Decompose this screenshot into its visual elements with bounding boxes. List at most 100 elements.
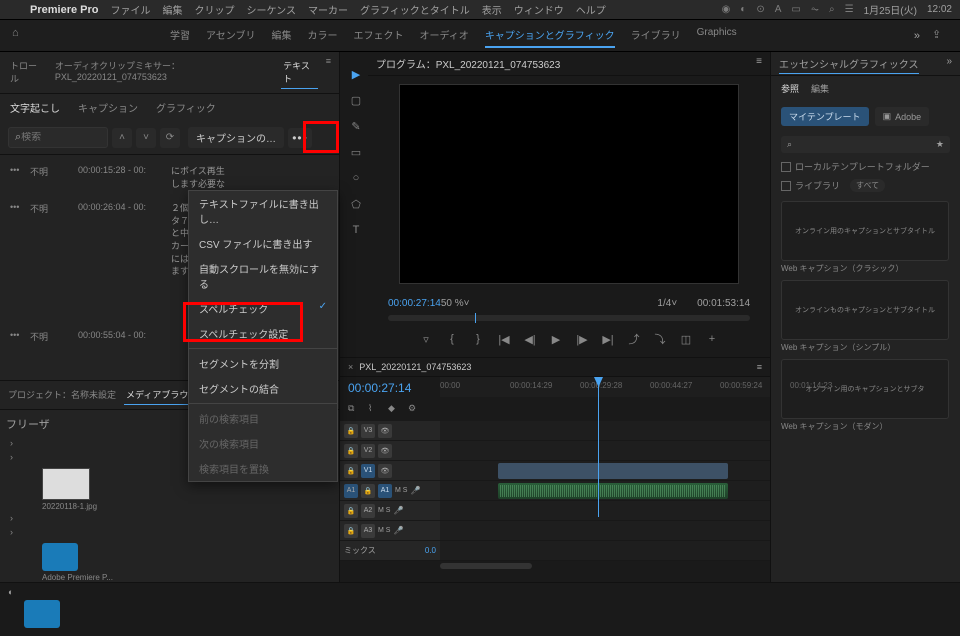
- bin-name[interactable]: フリーザ: [6, 416, 50, 432]
- ws-tab-effects[interactable]: エフェクト: [354, 23, 404, 48]
- search-icon[interactable]: ⌕: [829, 4, 835, 15]
- ws-tab-graphics2[interactable]: Graphics: [697, 23, 737, 48]
- track-target[interactable]: A1: [378, 484, 392, 498]
- battery-icon[interactable]: ▭: [791, 4, 800, 15]
- item-menu[interactable]: •••: [10, 165, 22, 190]
- settings-icon[interactable]: +: [704, 331, 720, 347]
- star-icon[interactable]: ★: [936, 139, 944, 150]
- track-target[interactable]: V1: [361, 464, 375, 478]
- subtab-caption[interactable]: キャプション: [78, 100, 138, 115]
- panel-menu-icon[interactable]: ≡: [756, 56, 762, 71]
- cm-spellcheck-settings[interactable]: スペルチェック設定: [189, 321, 337, 346]
- menu-clip[interactable]: クリップ: [194, 2, 234, 17]
- track-eye[interactable]: 👁: [378, 464, 392, 478]
- track-eye[interactable]: 👁: [378, 424, 392, 438]
- menu-window[interactable]: ウィンドウ: [514, 2, 564, 17]
- menu-edit[interactable]: 編集: [162, 2, 182, 17]
- panel-title[interactable]: エッセンシャルグラフィックス: [779, 60, 919, 74]
- home-icon[interactable]: ⌂: [12, 27, 30, 45]
- prev-button[interactable]: ˄: [112, 128, 132, 148]
- resolution[interactable]: 1/4: [657, 298, 671, 309]
- library-filter[interactable]: すべて: [850, 179, 885, 192]
- menu-help[interactable]: ヘルプ: [576, 2, 606, 17]
- item-menu[interactable]: •••: [10, 330, 22, 343]
- overflow-icon[interactable]: »: [946, 56, 952, 67]
- track-a1[interactable]: [440, 481, 770, 500]
- ws-tab-captions[interactable]: キャプションとグラフィック: [485, 23, 615, 48]
- cm-spellcheck[interactable]: スペルチェック✓: [189, 296, 337, 321]
- panel-tab-text[interactable]: テキスト: [281, 56, 318, 89]
- rp-tab-edit[interactable]: 編集: [811, 82, 829, 95]
- playhead[interactable]: [598, 377, 599, 517]
- type-tool-icon[interactable]: ▢: [346, 90, 366, 110]
- checkbox[interactable]: [781, 162, 791, 172]
- track-lock[interactable]: 🔒: [344, 504, 358, 518]
- ellipse-tool-icon[interactable]: ○: [346, 168, 366, 188]
- caption-dropdown[interactable]: キャプションの…: [188, 127, 284, 148]
- track-lock[interactable]: 🔒: [344, 424, 358, 438]
- rect-tool-icon[interactable]: ▭: [346, 142, 366, 162]
- track-target[interactable]: V3: [361, 424, 375, 438]
- folder-thumbnail[interactable]: [24, 600, 60, 628]
- template-search[interactable]: ⌕ ★: [781, 136, 950, 153]
- extract-icon[interactable]: ⤵: [652, 331, 668, 347]
- mix-value[interactable]: 0.0: [425, 546, 436, 555]
- ws-tab-edit[interactable]: 編集: [272, 23, 292, 48]
- play-icon[interactable]: ▶: [548, 331, 564, 347]
- cm-autoscroll[interactable]: 自動スクロールを無効にする: [189, 256, 337, 296]
- subtab-transcript[interactable]: 文字起こし: [10, 100, 60, 115]
- proj-tab-project[interactable]: プロジェクト：名称未設定: [6, 385, 118, 405]
- go-to-out-icon[interactable]: ▶|: [600, 331, 616, 347]
- pen-tool-icon[interactable]: ✎: [346, 116, 366, 136]
- ws-tab-color[interactable]: カラー: [308, 23, 338, 48]
- cm-export-text[interactable]: テキストファイルに書き出し…: [189, 191, 337, 231]
- menu-file[interactable]: ファイル: [110, 2, 150, 17]
- track-eye[interactable]: 👁: [378, 444, 392, 458]
- search-input[interactable]: ⌕: [8, 127, 108, 148]
- add-marker-icon[interactable]: ▿: [418, 331, 434, 347]
- menubar-date[interactable]: 1月25日(火): [864, 2, 917, 17]
- media-thumbnail[interactable]: [42, 468, 90, 500]
- item-menu[interactable]: •••: [10, 202, 22, 278]
- track-v1[interactable]: [440, 461, 770, 480]
- subtab-graphic[interactable]: グラフィック: [156, 100, 216, 115]
- timeline-ruler[interactable]: 00:00 00:00:14:29 00:00:29:28 00:00:44:2…: [440, 377, 770, 397]
- refresh-button[interactable]: ⟳: [160, 128, 180, 148]
- mic-icon[interactable]: 🎤: [393, 506, 403, 515]
- text-tool-icon[interactable]: T: [346, 220, 366, 240]
- mic-icon[interactable]: 🎤: [410, 486, 420, 495]
- lift-icon[interactable]: ⤴: [626, 331, 642, 347]
- menu-view[interactable]: 表示: [482, 2, 502, 17]
- track-lock[interactable]: 🔒: [344, 464, 358, 478]
- next-button[interactable]: ˅: [136, 128, 156, 148]
- sequence-tab[interactable]: PXL_20220121_074753623: [359, 362, 471, 372]
- track-a3[interactable]: [440, 521, 770, 540]
- panel-tab[interactable]: オーディオクリップミキサー：PXL_20220121_074753623: [53, 56, 273, 89]
- export-icon[interactable]: ⇪: [932, 28, 948, 44]
- marker-icon[interactable]: ◆: [388, 403, 402, 417]
- status-icon[interactable]: A: [775, 4, 782, 15]
- track-target[interactable]: A2: [361, 504, 375, 518]
- cm-export-csv[interactable]: CSV ファイルに書き出す: [189, 231, 337, 256]
- video-clip[interactable]: [498, 463, 728, 479]
- link-icon[interactable]: ⌇: [368, 403, 382, 417]
- chevron-down-icon[interactable]: ˅: [464, 298, 470, 309]
- ws-tab-assembly[interactable]: アセンブリ: [206, 23, 256, 48]
- template-thumbnail[interactable]: オンラインものキャプションとサブタイトル: [781, 280, 949, 340]
- track-mix[interactable]: [440, 541, 770, 560]
- menu-marker[interactable]: マーカー: [308, 2, 348, 17]
- track-lock[interactable]: 🔒: [344, 444, 358, 458]
- status-icon[interactable]: ⊙: [756, 4, 764, 15]
- track-v2[interactable]: [440, 441, 770, 460]
- search-field[interactable]: [21, 132, 81, 143]
- folder-thumbnail[interactable]: [42, 543, 78, 571]
- chevron-icon[interactable]: ›: [10, 452, 18, 462]
- transcript-text[interactable]: にボイス再生 します必要な: [171, 165, 329, 190]
- ws-tab-audio[interactable]: オーディオ: [420, 23, 469, 48]
- wifi-icon[interactable]: ⏦: [811, 4, 819, 15]
- step-fwd-icon[interactable]: |▶: [574, 331, 590, 347]
- cm-merge-segment[interactable]: セグメントの結合: [189, 376, 337, 401]
- ws-tab-learn[interactable]: 学習: [170, 23, 190, 48]
- control-center-icon[interactable]: ☰: [845, 4, 854, 15]
- menu-graphics[interactable]: グラフィックとタイトル: [360, 2, 470, 17]
